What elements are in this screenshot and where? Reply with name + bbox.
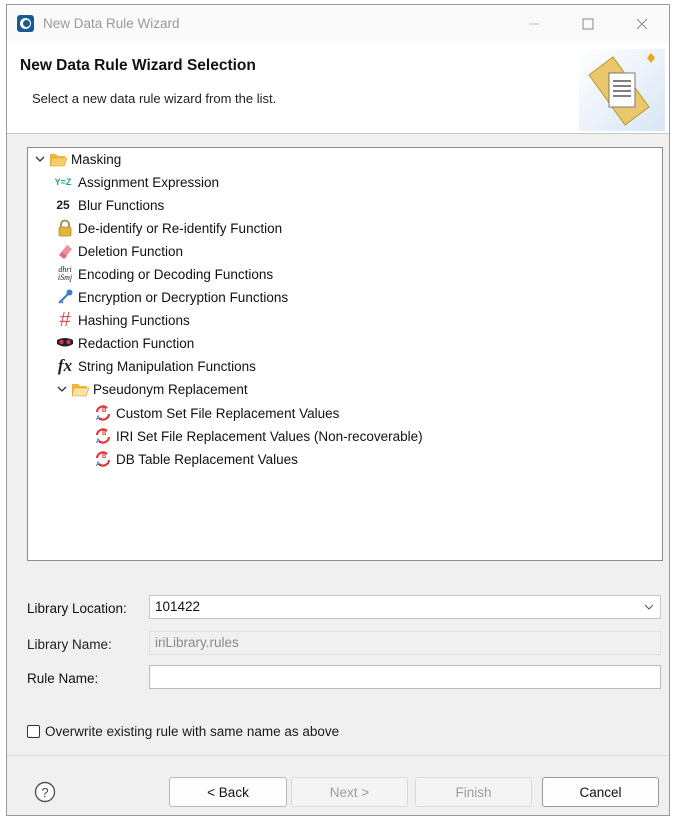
rule-name-field[interactable] <box>149 665 661 689</box>
tree-item-encoding-functions[interactable]: dhri iSmj Encoding or Decoding Functions <box>56 263 273 285</box>
tree-label: Assignment Expression <box>78 174 220 190</box>
help-icon: ? <box>41 785 48 800</box>
tree-item-redaction-function[interactable]: Redaction Function <box>56 332 194 354</box>
page-title: New Data Rule Wizard Selection <box>20 57 256 74</box>
tree-label: Pseudonym Replacement <box>93 381 248 397</box>
tree-label: Blur Functions <box>78 197 165 213</box>
encoding-icon: dhri iSmj <box>56 265 74 283</box>
finish-button[interactable]: Finish <box>415 777 532 807</box>
blur-icon: 25 <box>56 198 70 212</box>
function-icon: fx <box>57 356 73 375</box>
minimize-icon <box>529 23 539 25</box>
wizard-banner-icon <box>579 49 665 131</box>
window-title: New Data Rule Wizard <box>43 16 180 31</box>
next-button[interactable]: Next > <box>291 777 408 807</box>
library-name-label: Library Name: <box>27 637 112 652</box>
cancel-button[interactable]: Cancel <box>542 777 659 807</box>
library-name-value: iriLibrary.rules <box>155 635 239 650</box>
tree-folder-masking[interactable]: Masking <box>34 148 121 170</box>
wizard-window: New Data Rule Wizard New Data Rule Wizar… <box>6 4 670 816</box>
tree-item-custom-set-file[interactable]: B A Custom Set File Replacement Values <box>94 402 339 424</box>
chevron-down-icon[interactable] <box>56 383 68 395</box>
back-button[interactable]: < Back <box>169 777 287 807</box>
library-name-field: iriLibrary.rules <box>149 631 661 655</box>
tree-item-iri-set-file[interactable]: B A IRI Set File Replacement Values (Non… <box>94 425 423 447</box>
tree-item-hashing-functions[interactable]: # Hashing Functions <box>56 308 190 331</box>
svg-text:B: B <box>102 454 107 460</box>
help-button[interactable]: ? <box>34 781 56 803</box>
minimize-button[interactable] <box>511 8 557 40</box>
tree-label: Deletion Function <box>78 243 184 259</box>
encoding-icon-bottom: iSmj <box>57 273 73 282</box>
redaction-icon <box>57 338 73 347</box>
overwrite-option[interactable]: Overwrite existing rule with same name a… <box>27 724 339 739</box>
replace-icon: B A <box>95 451 111 468</box>
title-bar: New Data Rule Wizard <box>7 5 669 43</box>
library-location-value: 101422 <box>155 599 201 614</box>
tree-item-deletion-function[interactable]: Deletion Function <box>56 240 183 262</box>
tree-label: De-identify or Re-identify Function <box>78 220 283 236</box>
tree-folder-pseudonym-replacement[interactable]: Pseudonym Replacement <box>56 378 248 400</box>
tree-label: IRI Set File Replacement Values (Non-rec… <box>116 428 423 444</box>
footer-divider <box>7 755 669 756</box>
tree-label: Encryption or Decryption Functions <box>78 289 289 305</box>
folder-open-icon <box>71 384 89 397</box>
hash-icon: # <box>59 308 71 331</box>
rule-name-label: Rule Name: <box>27 671 99 686</box>
tree-label: Masking <box>71 151 122 167</box>
tree-label: Encoding or Decoding Functions <box>78 266 274 282</box>
svg-text:A: A <box>96 416 101 422</box>
svg-text:B: B <box>102 408 107 414</box>
library-location-combo[interactable]: 101422 <box>149 595 661 619</box>
maximize-icon <box>582 18 594 30</box>
folder-open-icon <box>49 154 67 167</box>
overwrite-checkbox[interactable] <box>27 725 40 738</box>
svg-text:A: A <box>96 462 101 468</box>
maximize-button[interactable] <box>565 8 611 40</box>
tree-label: Hashing Functions <box>78 312 190 328</box>
app-icon <box>17 15 34 32</box>
assignment-icon: Y=Z <box>54 177 72 187</box>
tree-item-assignment-expression[interactable]: Y=Z Assignment Expression <box>52 171 219 193</box>
chevron-down-icon[interactable] <box>644 602 654 612</box>
tree-item-deidentify[interactable]: De-identify or Re-identify Function <box>56 217 282 239</box>
replace-icon: B A <box>95 428 111 445</box>
replace-icon: B A <box>95 405 111 422</box>
key-icon <box>58 289 73 304</box>
tree-item-string-manipulation[interactable]: fx String Manipulation Functions <box>56 355 256 377</box>
chevron-down-icon[interactable] <box>34 153 46 165</box>
eraser-icon <box>59 245 72 259</box>
page-description: Select a new data rule wizard from the l… <box>32 91 277 106</box>
overwrite-label: Overwrite existing rule with same name a… <box>45 724 340 739</box>
tree-item-blur-functions[interactable]: 25 Blur Functions <box>52 194 164 216</box>
tree-item-encryption-functions[interactable]: Encryption or Decryption Functions <box>56 286 288 308</box>
rule-name-input[interactable] <box>155 666 660 688</box>
svg-text:B: B <box>102 431 107 437</box>
close-button[interactable] <box>619 8 665 40</box>
close-icon <box>636 18 648 30</box>
lock-icon <box>58 219 72 237</box>
tree-label: String Manipulation Functions <box>78 358 256 374</box>
library-location-label: Library Location: <box>27 601 127 616</box>
svg-text:A: A <box>96 439 101 445</box>
tree-label: Redaction Function <box>78 335 195 351</box>
wizard-tree[interactable]: Masking Y=Z Assignment Expression 25 Blu… <box>27 147 663 561</box>
tree-label: Custom Set File Replacement Values <box>116 405 340 421</box>
tree-item-db-table[interactable]: B A DB Table Replacement Values <box>94 448 298 470</box>
wizard-header: New Data Rule Wizard Selection Select a … <box>7 43 669 134</box>
tree-label: DB Table Replacement Values <box>116 451 298 467</box>
